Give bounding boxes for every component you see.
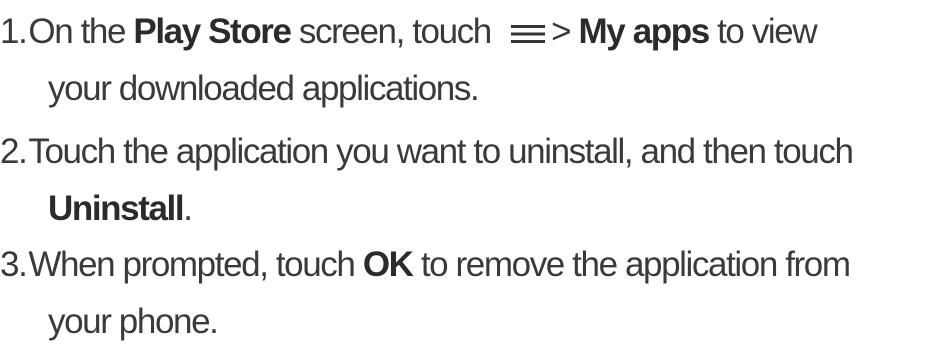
step-1-number: 1. [0,12,28,51]
step-1-line-1: 1.On the Play Store screen, touch > My a… [0,3,934,60]
menu-icon [511,4,546,43]
step-3-text-2: to remove the application from [412,245,851,284]
step-2: 2.Touch the application you want to unin… [0,123,934,237]
step-1-text: On the [28,12,134,51]
step-3: 3.When prompted, touch OK to remove the … [0,236,934,350]
step-2-line-2: Uninstall. [0,180,934,237]
step-1-line-2: your downloaded applications. [48,69,480,108]
uninstall-label: Uninstall [48,189,185,228]
step-3-line-1: 3.When prompted, touch OK to remove the … [0,236,934,293]
step-1: 1.On the Play Store screen, touch > My a… [0,3,934,117]
step-2-text: Touch the application you want to uninst… [28,132,854,171]
my-apps-label: My apps [578,12,711,51]
step-2-number: 2. [0,132,28,171]
step-1-text-3: > [551,12,579,51]
step-1-text-2: screen, touch [290,12,500,51]
step-3-line-2: your phone. [48,302,219,341]
step-2-line-1: 2.Touch the application you want to unin… [0,123,934,180]
step-1-text-4: to view [708,12,818,51]
ok-label: OK [362,245,414,284]
step-3-number: 3. [0,245,28,284]
step-2-text-2: . [183,189,193,228]
step-3-text: When prompted, touch [28,245,363,284]
play-store-label: Play Store [133,12,292,51]
